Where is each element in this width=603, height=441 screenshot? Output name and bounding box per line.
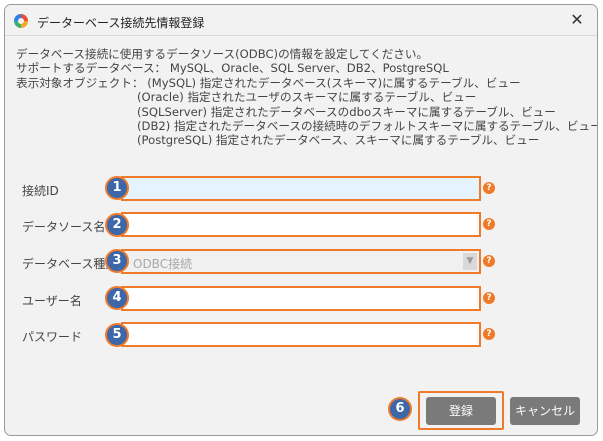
- title-bar: データーベース接続先情報登録 ✕: [5, 5, 597, 36]
- app-logo-icon: [14, 14, 28, 28]
- description-line: サポートするデータベース： MySQL、Oracle、SQL Server、DB…: [16, 61, 449, 76]
- step-badge-1: 1: [105, 176, 129, 200]
- db-type-select[interactable]: ODBC接続 ▼: [121, 249, 481, 274]
- user-name-label: ユーザー名: [22, 294, 82, 308]
- help-icon[interactable]: ?: [483, 218, 495, 230]
- connection-id-input[interactable]: [121, 176, 481, 201]
- connection-id-label: 接続ID: [22, 184, 59, 198]
- register-button[interactable]: 登録: [426, 397, 496, 425]
- db-type-label: データベース種類: [22, 257, 118, 271]
- step-badge-3: 3: [105, 249, 129, 273]
- description-line: データベース接続に使用するデータソース(ODBC)の情報を設定してください。: [16, 47, 429, 61]
- help-icon[interactable]: ?: [483, 255, 495, 267]
- window-title: データーベース接続先情報登録: [37, 16, 205, 30]
- db-type-value: ODBC接続: [133, 257, 193, 271]
- description-line: (Oracle) 指定されたユーザのスキーマに属するテーブル、ビュー: [137, 90, 477, 105]
- description-line: (PostgreSQL) 指定されたデータベース、スキーマに属するテーブル、ビュ…: [137, 133, 540, 148]
- cancel-button[interactable]: キャンセル: [510, 397, 580, 425]
- dialog-window: データーベース接続先情報登録 ✕ データベース接続に使用するデータソース(ODB…: [4, 4, 598, 436]
- step-badge-2: 2: [105, 213, 129, 237]
- help-icon[interactable]: ?: [483, 182, 495, 194]
- description-text: データベース接続に使用するデータソース(ODBC)の情報を設定してください。 サ…: [16, 47, 598, 148]
- password-input[interactable]: [121, 322, 481, 347]
- description-line: 表示対象オブジェクト： (MySQL) 指定されたデータベース(スキーマ)に属す…: [16, 75, 521, 90]
- close-icon[interactable]: ✕: [563, 7, 591, 33]
- description-line: (DB2) 指定されたデータベースの接続時のデフォルトスキーマに属するテーブル、…: [137, 118, 598, 133]
- step-badge-5: 5: [105, 323, 129, 347]
- user-name-input[interactable]: [121, 286, 481, 311]
- data-source-name-label: データソース名: [22, 220, 106, 234]
- dropdown-arrow-icon[interactable]: ▼: [463, 253, 477, 270]
- step-badge-6: 6: [388, 397, 412, 421]
- step-badge-4: 4: [105, 286, 129, 310]
- help-icon[interactable]: ?: [483, 328, 495, 340]
- data-source-name-input[interactable]: [121, 212, 481, 237]
- description-line: (SQLServer) 指定されたデータベースのdboスキーマに属するテーブル、…: [137, 104, 556, 119]
- help-icon[interactable]: ?: [483, 292, 495, 304]
- password-label: パスワード: [22, 330, 83, 344]
